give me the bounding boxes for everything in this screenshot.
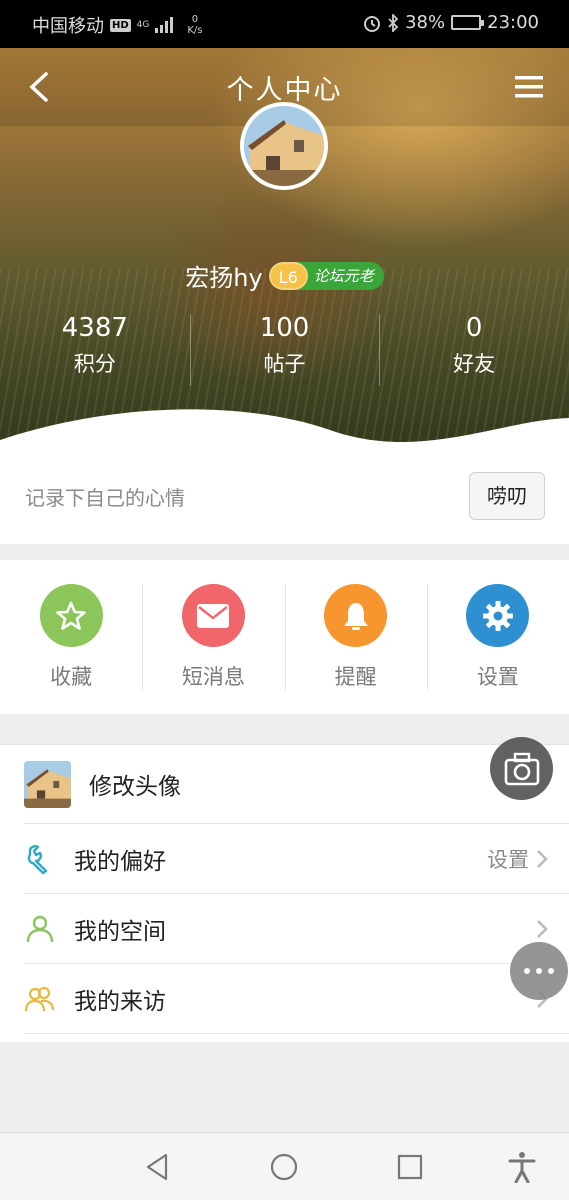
quick-action-label: 提醒 xyxy=(334,665,377,689)
nav-back-icon[interactable] xyxy=(142,1151,174,1183)
stats-bar: 4387 积分 100 帖子 0 好友 xyxy=(0,310,569,390)
favorites-button[interactable] xyxy=(39,584,103,647)
floating-more-button[interactable] xyxy=(510,942,568,1000)
stat-label: 帖子 xyxy=(263,352,306,376)
menu-item-label: 我的空间 xyxy=(74,918,166,945)
stat-friends[interactable]: 0 好友 xyxy=(379,310,569,390)
stat-value: 100 xyxy=(259,313,310,343)
menu-item-value: 设置 xyxy=(487,847,529,872)
gear-icon xyxy=(482,600,513,631)
menu-item-label: 我的来访 xyxy=(74,988,166,1015)
stat-posts[interactable]: 100 帖子 xyxy=(189,310,380,390)
speed-unit: K/s xyxy=(187,25,203,36)
profile-avatar[interactable] xyxy=(240,102,328,190)
quick-action-label: 短消息 xyxy=(181,665,245,689)
stat-value: 4387 xyxy=(61,313,128,343)
avatar-thumbnail-image xyxy=(24,760,71,808)
stat-label: 积分 xyxy=(73,352,116,376)
profile-menu: 修改头像 我的偏好 设置 我的空间 我的来访 xyxy=(0,744,569,1042)
clock: 23:00 xyxy=(487,12,539,33)
battery-icon xyxy=(451,15,485,30)
hd-icon: HD xyxy=(110,18,131,32)
username: 宏扬hy xyxy=(185,264,263,292)
system-nav-bar xyxy=(0,1132,569,1200)
chevron-right-icon xyxy=(537,919,548,938)
mood-section: 记录下自己的心情 唠叨 xyxy=(0,446,569,544)
menu-item-trailing: 设置 xyxy=(487,824,549,893)
menu-item-visitors[interactable]: 我的来访 xyxy=(24,964,569,1034)
menu-item-my-space[interactable]: 我的空间 xyxy=(24,894,569,964)
rank-title: 论坛元老 xyxy=(313,267,374,285)
quick-action-messages[interactable]: 短消息 xyxy=(142,560,284,714)
menu-item-change-avatar[interactable]: 修改头像 xyxy=(24,745,569,824)
avatar-image xyxy=(244,106,324,186)
reminders-button[interactable] xyxy=(324,584,388,647)
quick-action-label: 设置 xyxy=(476,665,519,689)
stat-points[interactable]: 4387 积分 xyxy=(0,310,190,390)
users-icon xyxy=(24,986,55,1011)
menu-item-label: 修改头像 xyxy=(89,774,181,800)
username-row: 宏扬hy L6 论坛元老 xyxy=(0,258,569,293)
chevron-right-icon xyxy=(537,849,548,868)
settings-button[interactable] xyxy=(466,584,530,647)
network-speed: 0 K/s xyxy=(187,14,202,36)
menu-item-label: 我的偏好 xyxy=(74,848,166,875)
level-badge: L6 xyxy=(268,261,308,290)
envelope-icon xyxy=(197,603,230,628)
alarm-icon xyxy=(364,15,381,32)
wrench-icon xyxy=(27,844,48,874)
nav-home-icon[interactable] xyxy=(268,1151,300,1183)
signal-icon xyxy=(155,17,174,33)
rank-badge: L6 论坛元老 xyxy=(268,261,384,290)
star-icon xyxy=(56,601,86,630)
carrier-name: 中国移动 xyxy=(32,16,104,37)
floating-camera-button[interactable] xyxy=(490,737,553,800)
user-icon xyxy=(26,915,54,942)
post-mood-button[interactable]: 唠叨 xyxy=(469,472,545,520)
speed-value: 0 xyxy=(191,14,199,25)
status-bar: 中国移动 HD 4G 0 K/s 38% 23:00 xyxy=(0,0,569,48)
avatar-thumbnail xyxy=(24,760,71,808)
quick-action-favorites[interactable]: 收藏 xyxy=(0,560,142,714)
bell-icon xyxy=(343,602,368,630)
network-type: 4G xyxy=(136,20,150,30)
quick-action-label: 收藏 xyxy=(50,665,93,689)
quick-action-settings[interactable]: 设置 xyxy=(426,560,569,714)
messages-button[interactable] xyxy=(181,584,245,647)
mood-input[interactable]: 记录下自己的心情 xyxy=(25,482,185,511)
menu-item-preferences[interactable]: 我的偏好 设置 xyxy=(24,824,569,894)
quick-actions: 收藏 短消息 提醒 设置 xyxy=(0,560,569,714)
status-left: 中国移动 HD 4G 0 K/s xyxy=(32,12,203,38)
camera-icon xyxy=(504,752,539,785)
stat-value: 0 xyxy=(465,313,483,343)
nav-recents-icon[interactable] xyxy=(394,1151,426,1183)
more-dots-icon xyxy=(524,968,554,974)
quick-action-reminders[interactable]: 提醒 xyxy=(284,560,427,714)
stat-label: 好友 xyxy=(453,352,496,376)
bluetooth-icon xyxy=(388,13,399,32)
menu-icon[interactable] xyxy=(515,76,543,98)
accessibility-icon[interactable] xyxy=(506,1151,538,1183)
battery-percent: 38% xyxy=(405,12,446,33)
status-right: 38% 23:00 xyxy=(363,12,539,33)
